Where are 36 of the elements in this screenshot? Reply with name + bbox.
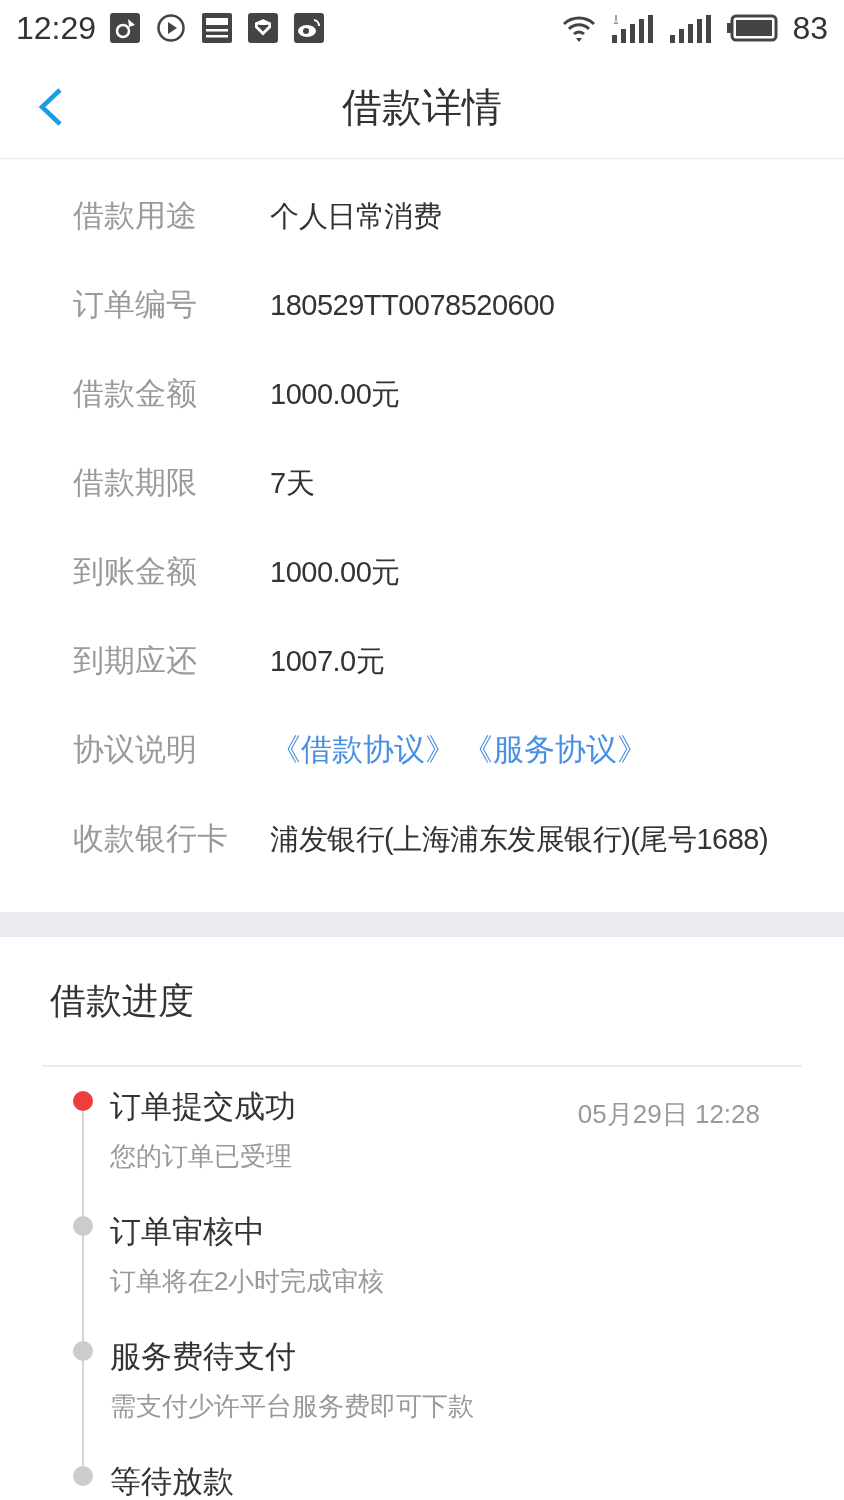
field-value: 1007.0元	[270, 643, 385, 679]
step-title: 订单提交成功	[110, 1088, 297, 1126]
back-icon[interactable]	[36, 87, 64, 127]
step-title: 订单审核中	[110, 1213, 266, 1251]
field-label: 到账金额	[72, 553, 198, 592]
signal-icon	[610, 12, 655, 43]
status-time: 12:29	[16, 8, 97, 48]
field-label: 订单编号	[72, 286, 198, 325]
field-value: 1000.00元	[270, 376, 400, 412]
field-label: 协议说明	[72, 731, 198, 770]
step-description: 您的订单已受理	[110, 1140, 293, 1173]
step-title: 等待放款	[110, 1463, 235, 1500]
step-description: 需支付少许平台服务费即可下款	[110, 1390, 475, 1423]
field-label: 借款期限	[72, 464, 198, 503]
field-value: 个人日常消费	[270, 198, 441, 234]
field-label: 借款用途	[72, 197, 198, 236]
field-label: 到期应还	[72, 642, 198, 681]
section-title: 借款进度	[42, 937, 802, 1067]
shield-icon	[248, 12, 279, 43]
field-value: 浦发银行(上海浦东发展银行)(尾号1688)	[270, 821, 769, 857]
field-value: 7天	[270, 465, 315, 501]
step-title: 服务费待支付	[110, 1338, 297, 1376]
signal-icon	[668, 12, 713, 43]
battery-icon	[726, 13, 779, 42]
agreement-link[interactable]: 《服务协议》	[462, 727, 648, 774]
news-icon	[202, 12, 233, 43]
battery-level: 83	[792, 8, 828, 48]
play-icon	[156, 12, 187, 43]
field-label: 借款金额	[72, 375, 198, 414]
step-description: 订单将在2小时完成审核	[110, 1265, 386, 1298]
page-title: 借款详情	[342, 83, 502, 131]
field-value: 180529TT0078520600	[270, 287, 555, 323]
field-label: 收款银行卡	[72, 820, 229, 859]
field-value: 1000.00元	[270, 554, 400, 590]
agreement-link[interactable]: 《借款协议》	[270, 727, 456, 774]
step-time: 05月29日 12:28	[577, 1098, 761, 1131]
